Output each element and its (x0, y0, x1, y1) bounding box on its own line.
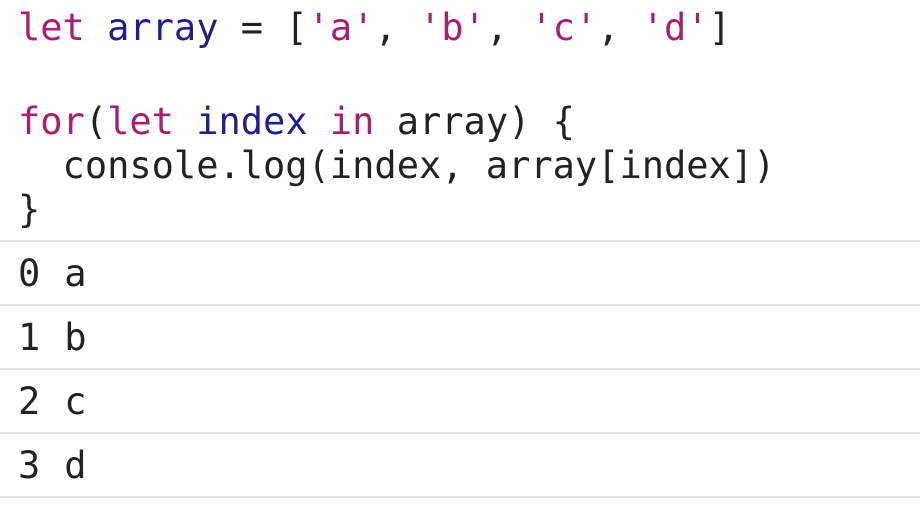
output-value: b (64, 315, 87, 359)
output-index: 1 (18, 315, 41, 359)
string-b: 'b' (419, 6, 486, 49)
variable-array: array (107, 6, 219, 49)
code-line-3: for(let index in array) { (18, 100, 920, 144)
paren-open: ( (84, 100, 108, 143)
output-index: 3 (18, 443, 41, 487)
output-index: 2 (18, 379, 41, 423)
keyword-for: for (18, 100, 85, 143)
code-line-1: let array = ['a', 'b', 'c', 'd'] (18, 6, 920, 50)
string-c: 'c' (530, 6, 598, 49)
output-value: c (64, 379, 87, 423)
code-line-5: } (18, 188, 41, 231)
comma: , (597, 6, 642, 49)
code-input-block[interactable]: let array = ['a', 'b', 'c', 'd'] for(let… (0, 0, 920, 240)
string-d: 'd' (641, 6, 709, 49)
output-value: a (64, 251, 87, 295)
keyword-let: let (18, 6, 85, 49)
console-panel: let array = ['a', 'b', 'c', 'd'] for(let… (0, 0, 920, 516)
output-value: d (64, 443, 87, 487)
console-output-row: 1b (0, 306, 920, 370)
keyword-in: in (329, 100, 375, 143)
console-output-row: 3d (0, 434, 920, 498)
bracket-open: [ (285, 6, 308, 49)
variable-index: index (196, 100, 308, 143)
bracket-close: ] (708, 6, 731, 49)
keyword-let: let (107, 100, 174, 143)
console-output-row: 2c (0, 370, 920, 434)
console-output-row: 0a (0, 242, 920, 306)
output-index: 0 (18, 251, 41, 295)
string-a: 'a' (307, 6, 375, 49)
comma: , (374, 6, 419, 49)
loop-rest: array) { (374, 100, 575, 143)
code-line-4: console.log(index, array[index]) (18, 144, 776, 187)
comma: , (485, 6, 531, 49)
assign-operator: = (218, 6, 286, 49)
